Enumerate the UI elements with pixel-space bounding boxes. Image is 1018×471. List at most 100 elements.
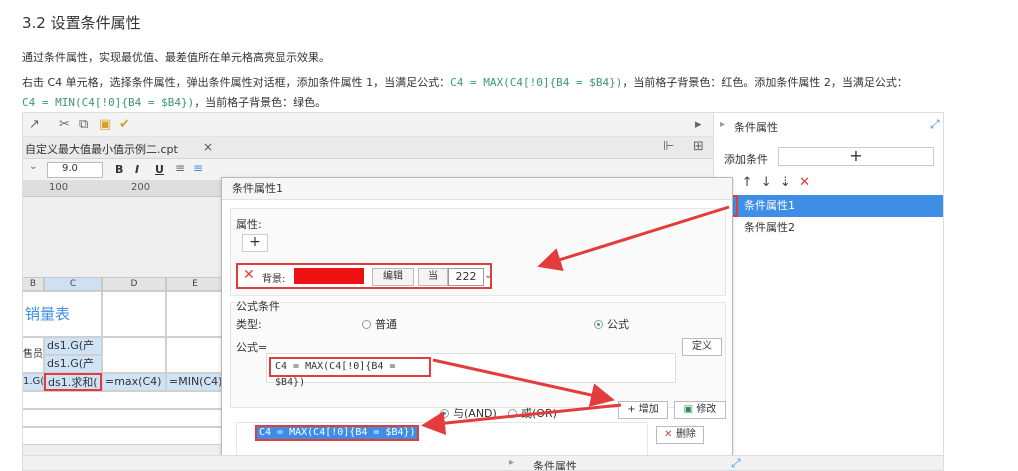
sort-icon[interactable]: ⇣ (780, 175, 791, 190)
italic-button[interactable]: I (135, 163, 139, 176)
current-button[interactable]: 当 (418, 268, 448, 286)
dropdown-icon[interactable]: ⌄ (484, 268, 494, 286)
delete-condition-icon[interactable]: ✕ (799, 175, 810, 190)
condition-item-2-label: 条件属性2 (744, 221, 795, 234)
expand-icon[interactable]: ⤢ (930, 117, 940, 132)
modify-label: 修改 (696, 404, 717, 415)
layout-icon[interactable]: ⊞ (693, 139, 704, 154)
panel-tools: ⧉ ↑ ↓ ⇣ ✕ (724, 175, 810, 190)
cell-d3[interactable] (102, 337, 166, 373)
add-label: 增加 (638, 404, 659, 415)
column-header-b[interactable]: B (23, 277, 44, 291)
formula-value: C4 = MAX(C4[!0]{B4 = $B4}) (269, 357, 431, 388)
cell-row5[interactable] (23, 391, 224, 409)
add-condition-label: 添加条件 (724, 153, 768, 166)
remove-attribute-icon[interactable]: ✕ (243, 267, 255, 283)
or-label: 或(OR) (521, 407, 557, 420)
add-condition-button[interactable]: + (778, 147, 934, 166)
cell-c3[interactable]: ds1.G(产 (44, 355, 102, 373)
font-size-select[interactable]: 9.0 (47, 162, 103, 178)
instruction-pre: 右击 C4 单元格，选择条件属性，弹出条件属性对话框，添加条件属性 1，当满足公… (22, 76, 451, 89)
move-down-icon[interactable]: ↓ (761, 175, 772, 190)
underline-button[interactable]: U (155, 163, 164, 176)
cell-e4[interactable]: =MIN(C4) (166, 373, 224, 391)
spreadsheet: B C D E 销量表 售员 ds1.G(产 ds1.G(产 1.G( ds1.… (23, 197, 224, 470)
font-dropdown-icon[interactable]: ⌄ (29, 161, 37, 172)
column-header-d[interactable]: D (102, 277, 166, 291)
condition-list-item[interactable]: C4 = MAX(C4[!0]{B4 = $B4}) (255, 425, 419, 441)
instruction-paragraph-2: C4 = MIN(C4[!0]{B4 = $B4})，当前格子背景色：绿色。 (22, 94, 326, 110)
condition-panel: ▸ 条件属性 ⤢ 添加条件 + ⧉ ↑ ↓ ⇣ ✕ ✎ 条件属性1 ✎ 条件属性… (713, 113, 943, 455)
radio-icon (362, 320, 371, 329)
delete-button[interactable]: ✕ 删除 (656, 426, 704, 444)
delete-icon: ✕ (664, 429, 676, 440)
file-tab-bar: 自定义最大值最小值示例二.cpt × ⊩ ⊞ (23, 137, 713, 159)
pin-icon[interactable]: ⊩ (663, 139, 674, 154)
cell-c2[interactable]: ds1.G(产 (44, 337, 102, 355)
formula-max: C4 = MAX(C4[!0]{B4 = $B4}) (450, 76, 623, 89)
close-tab-icon[interactable]: × (203, 140, 213, 154)
radio-selected-icon (440, 409, 449, 418)
align-left-icon[interactable]: ≡ (175, 161, 185, 175)
cell-row7[interactable] (23, 427, 224, 445)
copy-icon[interactable]: ⧉ (79, 117, 88, 132)
paste-icon[interactable]: ▣ (99, 117, 111, 132)
move-up-icon[interactable]: ↑ (742, 175, 753, 190)
align-center-icon[interactable]: ≡ (193, 161, 203, 175)
font-size-value: 9.0 (62, 163, 78, 174)
file-tab[interactable]: 自定义最大值最小值示例二.cpt (25, 141, 178, 157)
format-painter-icon[interactable]: ✔ (119, 117, 130, 132)
cell-b4[interactable]: 1.G( (23, 373, 44, 391)
ruler-mark-200: 200 (131, 182, 151, 193)
type-formula-label: 公式 (607, 318, 629, 331)
bottom-toggle-icon[interactable]: ▸ (509, 457, 514, 468)
bottom-panel-bar: ▸ 条件属性 ⤢ (23, 455, 943, 471)
plus-icon: + (627, 404, 639, 415)
and-radio[interactable]: 与(AND) (440, 405, 497, 421)
condition-dialog: 条件属性1 属性: + ✕ 背景: 编辑 当 222 ⌄ 公式条件 类型: 普通… (221, 177, 733, 470)
add-attribute-button[interactable]: + (242, 234, 268, 252)
edit-button[interactable]: 编辑 (372, 268, 414, 286)
collapse-arrow-icon[interactable]: ▸ (695, 117, 702, 132)
ruler-mark-100: 100 (49, 182, 69, 193)
panel-title: 条件属性 (734, 121, 778, 134)
type-formula-radio[interactable]: 公式 (594, 316, 629, 332)
column-header-c[interactable]: C (44, 277, 102, 291)
cell-c4[interactable]: ds1.求和( (44, 373, 102, 391)
dialog-title: 条件属性1 (222, 178, 732, 200)
cell-e3[interactable] (166, 337, 224, 373)
share-icon[interactable]: ↗ (29, 117, 40, 132)
formula-input[interactable]: C4 = MAX(C4[!0]{B4 = $B4}) (266, 353, 676, 388)
background-color-swatch[interactable] (294, 268, 364, 284)
cell-b3[interactable]: 售员 (23, 337, 44, 373)
cut-icon[interactable]: ✂ (59, 117, 70, 132)
delete-label: 删除 (675, 429, 696, 440)
cell-d4[interactable]: =max(C4) (102, 373, 166, 391)
cell-d-title[interactable] (102, 291, 166, 337)
cell-row6[interactable] (23, 409, 224, 427)
type-label: 类型: (236, 318, 262, 331)
column-header-e[interactable]: E (166, 277, 224, 291)
bottom-expand-icon[interactable]: ⤢ (731, 456, 741, 470)
panel-toggle-icon[interactable]: ▸ (720, 119, 725, 130)
or-radio[interactable]: 或(OR) (508, 405, 557, 421)
define-button[interactable]: 定义 (682, 338, 722, 356)
radio-selected-icon (594, 320, 603, 329)
condition-item-2[interactable]: ✎ 条件属性2 (714, 217, 943, 239)
intro-paragraph: 通过条件属性，实现最优值、最差值所在单元格高亮显示效果。 (22, 51, 330, 64)
add-condition-dialog-button[interactable]: + 增加 (618, 401, 668, 419)
condition-item-1[interactable]: ✎ 条件属性1 (714, 195, 943, 217)
cell-e-title[interactable] (166, 291, 224, 337)
ruler: 100 200 (23, 181, 223, 197)
condition-item-1-label: 条件属性1 (744, 199, 795, 212)
radio-icon (508, 409, 517, 418)
instruction-paragraph: 右击 C4 单元格，选择条件属性，弹出条件属性对话框，添加条件属性 1，当满足公… (22, 74, 908, 90)
title-cell[interactable]: 销量表 (23, 291, 102, 337)
bottom-panel-title: 条件属性 (533, 460, 577, 471)
designer-screenshot: ↗ ✂ ⧉ ▣ ✔ ▸ 自定义最大值最小值示例二.cpt × ⊩ ⊞ ⌄ 9.0… (22, 112, 944, 471)
type-normal-radio[interactable]: 普通 (362, 316, 397, 332)
modify-button[interactable]: ▣ 修改 (674, 401, 726, 419)
bold-button[interactable]: B (115, 163, 123, 176)
attribute-label: 属性: (236, 218, 262, 231)
tooltip: 222 (448, 268, 484, 286)
